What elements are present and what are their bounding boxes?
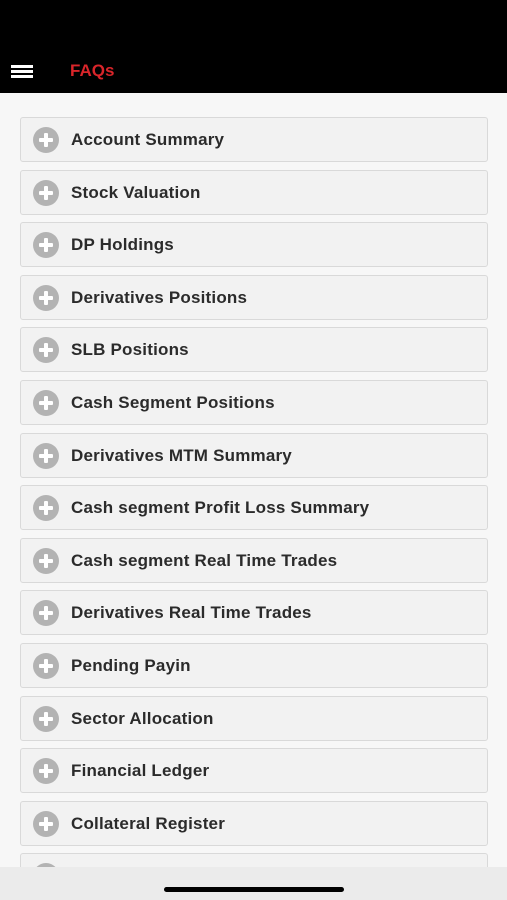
plus-circle-icon [33, 495, 59, 522]
faq-item[interactable]: Derivatives Positions [20, 274, 488, 320]
faq-item-label: Pending Payin [71, 655, 191, 675]
plus-circle-icon [33, 179, 59, 206]
faq-item[interactable]: Derivatives MTM Summary [20, 432, 488, 478]
faq-item[interactable]: Cash segment Real Time Trades [20, 537, 488, 583]
faq-item[interactable]: Cash segment Profit Loss Summary [20, 485, 488, 531]
faq-list: Account Summary Stock Valuation DP Holding… [20, 117, 488, 867]
faq-item[interactable]: Stock Valuation [20, 169, 488, 215]
faq-item[interactable]: Collateral Register [20, 800, 488, 846]
plus-circle-icon [33, 442, 59, 469]
app-header: FAQs [0, 0, 507, 93]
faq-item[interactable] [20, 853, 488, 867]
faq-item-label: Derivatives Positions [71, 287, 248, 307]
bottom-bar [0, 867, 507, 900]
faq-item-label: Cash segment Real Time Trades [71, 550, 338, 570]
faq-item-label: Sector Allocation [71, 708, 214, 728]
faq-item-label: Account Summary [71, 130, 225, 149]
plus-circle-icon [33, 127, 59, 153]
faq-item-label: Cash Segment Positions [71, 392, 275, 412]
faq-item[interactable]: Pending Payin [20, 642, 488, 688]
plus-circle-icon [33, 600, 59, 627]
faq-item-label: SLB Positions [71, 340, 189, 360]
home-indicator[interactable] [164, 887, 344, 892]
faq-item[interactable]: Derivatives Real Time Trades [20, 590, 488, 636]
faq-item[interactable]: DP Holdings [20, 222, 488, 268]
faq-item-label: Derivatives MTM Summary [71, 445, 292, 465]
faq-item-label: Financial Ledger [71, 761, 210, 781]
faq-item[interactable]: Account Summary [20, 117, 488, 162]
hamburger-menu-icon[interactable] [11, 65, 33, 81]
faq-item-label: DP Holdings [71, 235, 174, 255]
faq-item[interactable]: SLB Positions [20, 327, 488, 373]
menu-line [11, 70, 33, 73]
plus-circle-icon [33, 758, 59, 785]
faq-item-label: Derivatives Real Time Trades [71, 603, 312, 623]
faq-item-label: Cash segment Profit Loss Summary [71, 498, 370, 518]
plus-circle-icon [33, 389, 59, 416]
faq-item[interactable]: Sector Allocation [20, 695, 488, 741]
plus-circle-icon [33, 810, 59, 837]
faq-content: Account Summary Stock Valuation DP Holding… [0, 93, 507, 867]
plus-circle-icon [33, 232, 59, 259]
menu-line [11, 65, 33, 68]
plus-circle-icon [33, 705, 59, 732]
plus-circle-icon [33, 652, 59, 679]
plus-circle-icon [33, 337, 59, 364]
page-title: FAQs [70, 61, 115, 80]
faq-item[interactable]: Financial Ledger [20, 748, 488, 794]
faq-item-label: Collateral Register [71, 813, 226, 833]
menu-line [11, 75, 33, 78]
faq-item-label: Stock Valuation [71, 182, 201, 202]
faq-item[interactable]: Cash Segment Positions [20, 379, 488, 425]
plus-circle-icon [33, 284, 59, 311]
plus-circle-icon [33, 547, 59, 574]
